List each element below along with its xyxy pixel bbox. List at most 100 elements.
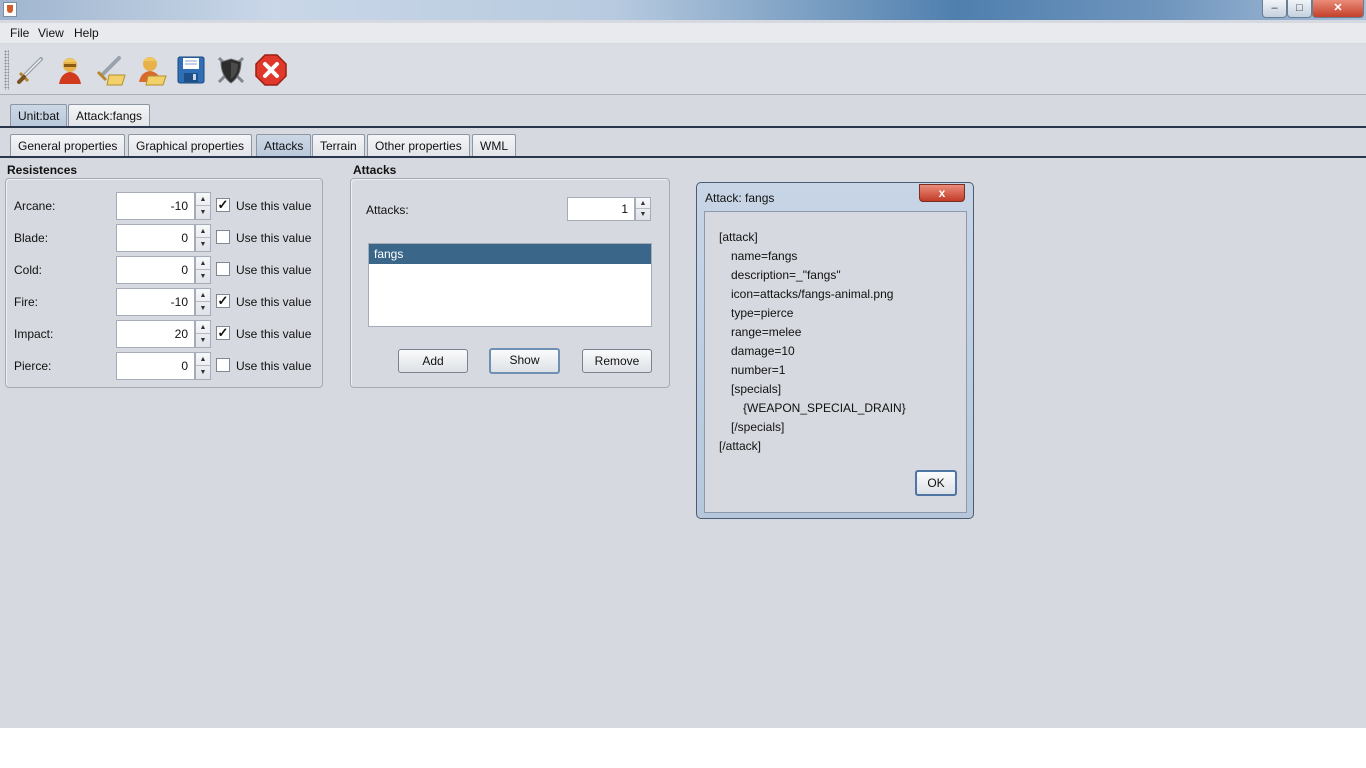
save-icon — [177, 56, 205, 84]
spin-up-icon[interactable]: ▲ — [196, 225, 210, 238]
cold-label: Cold: — [14, 263, 43, 277]
dialog-content: [attack] name=fangs description=_"fangs"… — [704, 211, 967, 513]
close-icon — [255, 54, 287, 86]
toolbar-grip[interactable] — [4, 50, 9, 90]
sword-open-icon — [96, 56, 126, 86]
spin-down-icon[interactable]: ▼ — [196, 238, 210, 251]
ok-button[interactable]: OK — [915, 470, 957, 496]
menu-file[interactable]: File — [10, 26, 29, 40]
blade-input[interactable]: 0 — [116, 224, 195, 252]
menu-bar: File View Help — [0, 23, 1366, 43]
arcane-checkbox[interactable]: ✓ — [216, 198, 230, 212]
new-unit-button[interactable] — [52, 52, 88, 88]
code-line: range=melee — [731, 325, 802, 339]
tab-wml[interactable]: WML — [472, 134, 516, 158]
spin-down-icon[interactable]: ▼ — [196, 270, 210, 283]
menu-view[interactable]: View — [38, 26, 64, 40]
close-file-button[interactable] — [253, 52, 289, 88]
cold-checkbox[interactable] — [216, 262, 230, 276]
arcane-spinner[interactable]: ▲ ▼ — [195, 192, 211, 220]
tab-graphical-properties[interactable]: Graphical properties — [128, 134, 253, 158]
sword-icon — [17, 57, 43, 84]
open-unit-button[interactable] — [133, 52, 169, 88]
spin-up-icon[interactable]: ▲ — [196, 321, 210, 334]
fire-check-label: Use this value — [236, 295, 312, 309]
list-item[interactable]: fangs — [369, 244, 651, 264]
show-attack-button[interactable]: Show — [489, 348, 560, 374]
window-close-button[interactable]: ✕ — [1312, 0, 1364, 18]
spin-down-icon[interactable]: ▼ — [636, 209, 650, 220]
maximize-button[interactable]: □ — [1287, 0, 1312, 18]
save-button[interactable] — [173, 52, 209, 88]
spin-down-icon[interactable]: ▼ — [196, 302, 210, 315]
dialog-close-button[interactable]: x — [919, 184, 965, 202]
spin-down-icon[interactable]: ▼ — [196, 366, 210, 379]
java-app-icon — [3, 2, 17, 17]
pierce-check-label: Use this value — [236, 359, 312, 373]
new-attack-button[interactable] — [13, 52, 49, 88]
spin-up-icon[interactable]: ▲ — [636, 198, 650, 209]
tab-terrain[interactable]: Terrain — [312, 134, 365, 158]
arcane-input[interactable]: -10 — [116, 192, 195, 220]
impact-label: Impact: — [14, 327, 54, 341]
code-line: {WEAPON_SPECIAL_DRAIN} — [743, 401, 906, 415]
impact-check-label: Use this value — [236, 327, 312, 341]
fire-label: Fire: — [14, 295, 38, 309]
code-line: damage=10 — [731, 344, 795, 358]
spin-up-icon[interactable]: ▲ — [196, 257, 210, 270]
attacks-title: Attacks — [353, 163, 397, 177]
tab-divider — [0, 126, 1366, 128]
fire-spinner[interactable]: ▲ ▼ — [195, 288, 211, 316]
menu-help[interactable]: Help — [74, 26, 99, 40]
tab-attack-fangs[interactable]: Attack:fangs — [68, 104, 151, 128]
open-attack-button[interactable] — [93, 52, 129, 88]
title-bar: – □ ✕ — [0, 0, 1366, 20]
tab-attacks[interactable]: Attacks — [256, 134, 312, 158]
remove-attack-button[interactable]: Remove — [582, 349, 652, 373]
minimize-button[interactable]: – — [1262, 0, 1287, 18]
fire-checkbox[interactable]: ✓ — [216, 294, 230, 308]
arcane-label: Arcane: — [14, 199, 56, 213]
code-line: number=1 — [731, 363, 786, 377]
impact-spinner[interactable]: ▲ ▼ — [195, 320, 211, 348]
attacks-count-input[interactable]: 1 — [567, 197, 635, 221]
tab-unit-bat[interactable]: Unit:bat — [10, 104, 68, 128]
blade-label: Blade: — [14, 231, 49, 245]
attacks-count-label: Attacks: — [366, 203, 409, 217]
blade-checkbox[interactable] — [216, 230, 230, 244]
fire-input[interactable]: -10 — [116, 288, 195, 316]
pierce-input[interactable]: 0 — [116, 352, 195, 380]
dialog-title: Attack: fangs — [705, 191, 775, 205]
tab-other-properties[interactable]: Other properties — [367, 134, 470, 158]
cold-spinner[interactable]: ▲ ▼ — [195, 256, 211, 284]
code-line: [specials] — [731, 382, 782, 396]
sub-tab-divider — [0, 156, 1366, 158]
spin-up-icon[interactable]: ▲ — [196, 289, 210, 302]
spin-up-icon[interactable]: ▲ — [196, 353, 210, 366]
code-line: icon=attacks/fangs-animal.png — [731, 287, 894, 301]
blade-spinner[interactable]: ▲ ▼ — [195, 224, 211, 252]
resistances-title: Resistences — [7, 163, 78, 177]
pierce-spinner[interactable]: ▲ ▼ — [195, 352, 211, 380]
code-line: [/specials] — [731, 420, 785, 434]
cold-input[interactable]: 0 — [116, 256, 195, 284]
attacks-list[interactable]: fangs — [368, 243, 652, 327]
spin-up-icon[interactable]: ▲ — [196, 193, 210, 206]
pierce-checkbox[interactable] — [216, 358, 230, 372]
wml-button[interactable] — [213, 52, 249, 88]
shield-icon — [217, 56, 245, 84]
app-window: – □ ✕ File View Help Unit:bat Attack:fan… — [0, 0, 1366, 728]
add-attack-button[interactable]: Add — [398, 349, 468, 373]
spin-down-icon[interactable]: ▼ — [196, 334, 210, 347]
close-icon: x — [938, 186, 946, 200]
impact-input[interactable]: 20 — [116, 320, 195, 348]
tab-general-properties[interactable]: General properties — [10, 134, 126, 158]
arcane-check-label: Use this value — [236, 199, 312, 213]
attack-dialog: Attack: fangs x [attack] name=fangs desc… — [696, 182, 974, 519]
unit-property-tabs: General properties Graphical properties … — [0, 134, 1366, 158]
blank-area — [0, 728, 1366, 768]
spin-down-icon[interactable]: ▼ — [196, 206, 210, 219]
attacks-count-spinner[interactable]: ▲ ▼ — [635, 197, 651, 221]
impact-checkbox[interactable]: ✓ — [216, 326, 230, 340]
pierce-label: Pierce: — [14, 359, 52, 373]
